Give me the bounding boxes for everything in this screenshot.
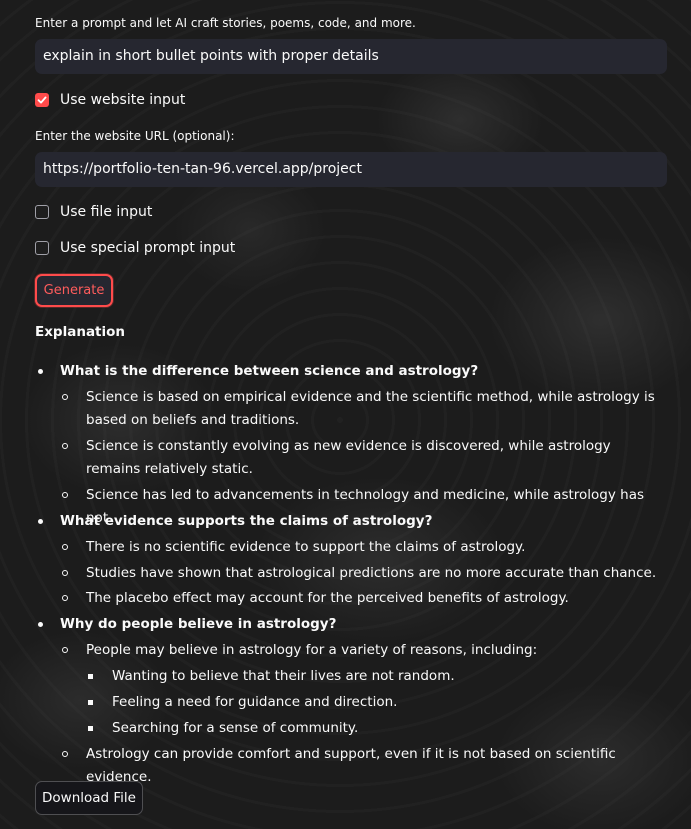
list-item: Why do people believe in astrology? <box>38 613 660 636</box>
section-heading: Why do people believe in astrology? <box>60 616 337 632</box>
bullet-circle-icon <box>62 647 68 653</box>
bullet-square-icon <box>88 726 93 731</box>
file-input-checkbox-row[interactable]: Use file input <box>35 203 152 221</box>
file-input-label: Use file input <box>60 204 153 220</box>
url-input[interactable]: https://portfolio-ten-tan-96.vercel.app/… <box>35 152 667 187</box>
list-item-text: There is no scientific evidence to suppo… <box>86 539 526 555</box>
bullet-circle-icon <box>62 751 68 757</box>
website-input-checkbox-row[interactable]: Use website input <box>35 91 185 109</box>
website-input-checkbox[interactable] <box>35 93 49 107</box>
checkmark-icon <box>37 96 47 104</box>
bullet-square-icon <box>88 674 93 679</box>
special-prompt-checkbox[interactable] <box>35 241 49 255</box>
list-item-text: Wanting to believe that their lives are … <box>112 668 455 684</box>
list-item: Studies have shown that astrological pre… <box>62 562 664 585</box>
bullet-circle-icon <box>62 544 68 550</box>
prompt-label: Enter a prompt and let AI craft stories,… <box>35 16 416 30</box>
list-item: Astrology can provide comfort and suppor… <box>62 743 664 789</box>
list-item: Science is based on empirical evidence a… <box>62 386 664 432</box>
file-input-checkbox[interactable] <box>35 205 49 219</box>
list-item: There is no scientific evidence to suppo… <box>62 536 664 559</box>
section-heading: What is the difference between science a… <box>60 363 479 379</box>
list-item: What evidence supports the claims of ast… <box>38 510 660 533</box>
website-input-label: Use website input <box>60 92 186 108</box>
list-item-text: The placebo effect may account for the p… <box>86 590 569 606</box>
list-item-text: People may believe in astrology for a va… <box>86 642 538 658</box>
list-item-text: Feeling a need for guidance and directio… <box>112 694 398 710</box>
list-item-text: Searching for a sense of community. <box>112 720 359 736</box>
special-prompt-checkbox-row[interactable]: Use special prompt input <box>35 239 235 257</box>
list-item-text: Science is constantly evolving as new ev… <box>86 438 611 477</box>
list-item: Wanting to believe that their lives are … <box>88 665 662 688</box>
bullet-disc-icon <box>38 519 43 524</box>
list-item: Searching for a sense of community. <box>88 717 662 740</box>
list-item: Feeling a need for guidance and directio… <box>88 691 662 714</box>
list-item-text: Astrology can provide comfort and suppor… <box>86 746 616 785</box>
special-prompt-label: Use special prompt input <box>60 240 236 256</box>
list-item-text: Studies have shown that astrological pre… <box>86 565 657 581</box>
bullet-circle-icon <box>62 492 68 498</box>
bullet-circle-icon <box>62 570 68 576</box>
bullet-circle-icon <box>62 443 68 449</box>
list-item-text: Science is based on empirical evidence a… <box>86 389 655 428</box>
list-item: What is the difference between science a… <box>38 360 660 383</box>
generate-button[interactable]: Generate <box>35 274 113 307</box>
url-label: Enter the website URL (optional): <box>35 129 235 143</box>
bullet-disc-icon <box>38 622 43 627</box>
explanation-title: Explanation <box>35 324 126 340</box>
bullet-square-icon <box>88 700 93 705</box>
bullet-circle-icon <box>62 394 68 400</box>
download-file-button[interactable]: Download File <box>35 781 143 815</box>
prompt-input[interactable]: explain in short bullet points with prop… <box>35 39 667 74</box>
list-item: People may believe in astrology for a va… <box>62 639 664 662</box>
bullet-disc-icon <box>38 369 43 374</box>
bullet-circle-icon <box>62 595 68 601</box>
list-item: The placebo effect may account for the p… <box>62 587 664 610</box>
list-item: Science is constantly evolving as new ev… <box>62 435 664 481</box>
section-heading: What evidence supports the claims of ast… <box>60 513 433 529</box>
